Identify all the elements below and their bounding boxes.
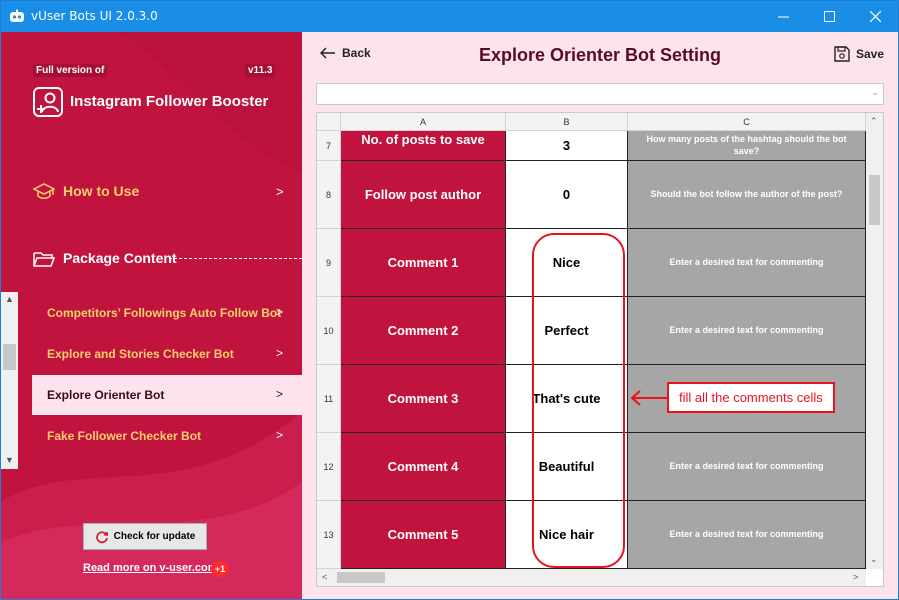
close-button[interactable] bbox=[852, 1, 898, 32]
spreadsheet[interactable]: A B C 7 No. of posts to save 3 How many … bbox=[316, 112, 884, 587]
scroll-down-icon[interactable]: ⌄ bbox=[870, 554, 878, 565]
notification-badge: +1 bbox=[211, 561, 229, 577]
read-more-link[interactable]: Read more on v-user.com bbox=[83, 562, 218, 574]
chevron-right-icon: > bbox=[276, 184, 284, 199]
row-header[interactable]: 11 bbox=[317, 365, 341, 433]
sidebar-item-fake-follower-checker[interactable]: Fake Follower Checker Bot > bbox=[32, 416, 302, 456]
scroll-up-icon[interactable]: ⌃ bbox=[870, 116, 878, 127]
corner-header bbox=[317, 113, 341, 131]
description-cell[interactable]: Enter a desired text for commenting bbox=[628, 229, 866, 297]
chevron-down-icon[interactable]: ⌄ bbox=[871, 87, 879, 98]
sidebar-item-label: Explore Orienter Bot bbox=[47, 388, 165, 402]
maximize-button[interactable] bbox=[806, 1, 852, 32]
formula-bar-input[interactable]: ⌄ bbox=[316, 83, 884, 105]
sidebar-item-label: Fake Follower Checker Bot bbox=[47, 429, 202, 443]
label-cell[interactable]: Comment 5 bbox=[341, 501, 506, 569]
chevron-right-icon: > bbox=[276, 346, 284, 360]
label-cell[interactable]: Follow post author bbox=[341, 161, 506, 229]
row-header[interactable]: 12 bbox=[317, 433, 341, 501]
product-name: Instagram Follower Booster bbox=[70, 93, 269, 110]
sidebar-item-label: Explore and Stories Checker Bot bbox=[47, 347, 234, 361]
row-header[interactable]: 10 bbox=[317, 297, 341, 365]
save-icon bbox=[834, 46, 850, 62]
label-cell[interactable]: Comment 1 bbox=[341, 229, 506, 297]
full-version-label: Full version of bbox=[33, 64, 108, 77]
graduation-cap-icon bbox=[33, 183, 55, 199]
scrollbar-thumb[interactable] bbox=[869, 175, 880, 225]
nav-package-content[interactable]: Package Content bbox=[1, 245, 302, 273]
divider bbox=[169, 258, 302, 259]
description-cell[interactable]: Should the bot follow the author of the … bbox=[628, 161, 866, 229]
label-cell[interactable]: Comment 2 bbox=[341, 297, 506, 365]
maximize-icon bbox=[823, 11, 835, 22]
folder-open-icon bbox=[33, 252, 55, 267]
sidebar-item-explore-orienter[interactable]: Explore Orienter Bot > bbox=[32, 375, 302, 415]
scroll-up-icon[interactable]: ▲ bbox=[5, 294, 14, 304]
check-update-button[interactable]: Check for update bbox=[83, 523, 207, 550]
chevron-right-icon: > bbox=[276, 305, 284, 319]
minimize-icon bbox=[777, 16, 789, 18]
main-panel: Back Explore Orienter Bot Setting Save ⌄… bbox=[302, 32, 898, 599]
value-cell[interactable]: 0 bbox=[506, 161, 628, 229]
scrollbar-thumb[interactable] bbox=[337, 572, 385, 583]
row-header[interactable]: 8 bbox=[317, 161, 341, 229]
column-header-c[interactable]: C bbox=[628, 113, 866, 131]
app-window: vUser Bots UI 2.0.3.0 Full version of v1… bbox=[0, 0, 899, 600]
window-title: vUser Bots UI 2.0.3.0 bbox=[31, 9, 158, 23]
sidebar: Full version of v11.3 Instagram Follower… bbox=[1, 32, 302, 599]
save-label: Save bbox=[856, 47, 885, 61]
nav-how-to-use[interactable]: How to Use > bbox=[1, 178, 302, 206]
sheet-vertical-scrollbar[interactable]: ⌃ ⌄ bbox=[866, 113, 883, 569]
comments-highlight bbox=[532, 233, 625, 568]
value-cell[interactable]: 3 bbox=[506, 131, 628, 161]
column-header-b[interactable]: B bbox=[506, 113, 628, 131]
row-header[interactable]: 13 bbox=[317, 501, 341, 569]
sheet-horizontal-scrollbar[interactable]: < > bbox=[317, 569, 866, 586]
nav-package-content-label: Package Content bbox=[63, 250, 177, 266]
chevron-right-icon: > bbox=[276, 428, 284, 442]
scroll-down-icon[interactable]: ▼ bbox=[5, 455, 14, 465]
page-title: Explore Orienter Bot Setting bbox=[478, 45, 722, 65]
app-logo-icon bbox=[10, 9, 24, 22]
label-cell[interactable]: Comment 4 bbox=[341, 433, 506, 501]
annotation-callout: fill all the comments cells bbox=[667, 382, 835, 413]
title-bar: vUser Bots UI 2.0.3.0 bbox=[1, 1, 898, 32]
description-cell[interactable]: Enter a desired text for commenting bbox=[628, 501, 866, 569]
row-header[interactable]: 7 bbox=[317, 131, 341, 161]
nav-how-to-use-label: How to Use bbox=[63, 183, 140, 199]
label-cell[interactable]: Comment 3 bbox=[341, 365, 506, 433]
scroll-left-icon[interactable]: < bbox=[322, 572, 327, 582]
scroll-right-icon[interactable]: > bbox=[853, 572, 858, 582]
description-cell[interactable]: Enter a desired text for commenting bbox=[628, 433, 866, 501]
sidebar-item-label: Competitors’ Followings Auto Follow Bot bbox=[47, 306, 282, 320]
minimize-button[interactable] bbox=[760, 1, 806, 32]
sidebar-item-explore-stories-checker[interactable]: Explore and Stories Checker Bot > bbox=[32, 334, 302, 374]
refresh-icon bbox=[95, 530, 108, 543]
description-cell[interactable]: Enter a desired text for commenting bbox=[628, 297, 866, 365]
description-cell[interactable]: How many posts of the hashtag should the… bbox=[628, 131, 866, 161]
annotation-arrow-icon bbox=[630, 390, 667, 406]
add-user-icon bbox=[33, 87, 63, 117]
row-header[interactable]: 9 bbox=[317, 229, 341, 297]
check-update-label: Check for update bbox=[113, 531, 196, 542]
scrollbar-thumb[interactable] bbox=[3, 344, 16, 370]
save-button[interactable]: Save bbox=[834, 46, 884, 62]
sidebar-item-competitors-followings[interactable]: Competitors’ Followings Auto Follow Bot … bbox=[32, 293, 302, 333]
sidebar-scrollbar[interactable]: ▲ ▼ bbox=[1, 292, 18, 469]
chevron-right-icon: > bbox=[276, 387, 284, 401]
close-icon bbox=[869, 11, 881, 22]
version-badge: v11.3 bbox=[245, 64, 276, 77]
column-header-a[interactable]: A bbox=[341, 113, 506, 131]
label-cell[interactable]: No. of posts to save bbox=[341, 131, 506, 161]
